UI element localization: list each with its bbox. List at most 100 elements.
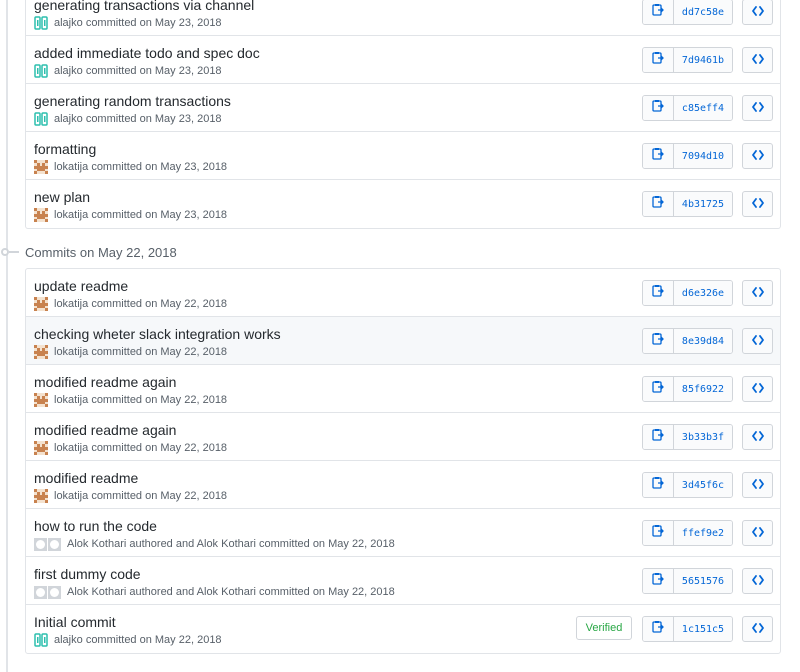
commit-title-link[interactable]: update readme xyxy=(34,277,128,295)
commit-date-text: authored and Alok Kothari committed on M… xyxy=(129,586,395,598)
commit-author-link[interactable]: lokatija xyxy=(54,208,88,222)
commit-author-link[interactable]: alajko xyxy=(54,64,83,78)
commit-date-text: committed on May 23, 2018 xyxy=(91,209,228,221)
commit-author-link[interactable]: lokatija xyxy=(54,441,88,455)
copy-sha-button[interactable] xyxy=(643,377,674,401)
commit-author-link[interactable]: lokatija xyxy=(54,345,88,359)
commit-date-text: committed on May 23, 2018 xyxy=(85,113,222,125)
clipboard-icon xyxy=(652,428,664,446)
sha-button-group: 3b33b3f xyxy=(642,424,733,450)
commit-row: modified readme again lokatija committed … xyxy=(26,413,780,461)
commit-sha-link[interactable]: 5651576 xyxy=(674,569,732,593)
browse-repo-button[interactable] xyxy=(742,328,773,354)
clipboard-icon xyxy=(652,99,664,117)
browse-repo-button[interactable] xyxy=(742,95,773,121)
commit-title-link[interactable]: first dummy code xyxy=(34,565,141,583)
copy-sha-button[interactable] xyxy=(643,192,674,216)
commit-author-link[interactable]: Alok Kothari xyxy=(67,537,126,551)
commit-title-link[interactable]: how to run the code xyxy=(34,517,157,535)
commit-meta: Alok Kothari authored and Alok Kothari c… xyxy=(34,585,395,599)
commit-sha-link[interactable]: c85eff4 xyxy=(674,96,732,120)
commit-sha-link[interactable]: 8e39d84 xyxy=(674,329,732,353)
commit-sha-link[interactable]: 3d45f6c xyxy=(674,473,732,497)
copy-sha-button[interactable] xyxy=(643,473,674,497)
sha-button-group: 7d9461b xyxy=(642,47,733,73)
copy-sha-button[interactable] xyxy=(643,617,674,641)
browse-repo-button[interactable] xyxy=(742,47,773,73)
avatar-icon[interactable] xyxy=(34,537,47,551)
commit-author-link[interactable]: lokatija xyxy=(54,489,88,503)
commit-title-link[interactable]: generating transactions via channel xyxy=(34,0,254,14)
code-icon xyxy=(751,380,764,398)
commit-sha-link[interactable]: dd7c58e xyxy=(674,0,732,24)
commit-author-link[interactable]: lokatija xyxy=(54,297,88,311)
browse-repo-button[interactable] xyxy=(742,520,773,546)
verified-badge[interactable]: Verified xyxy=(576,616,632,640)
avatar-icon[interactable] xyxy=(48,585,61,599)
sha-button-group: ffef9e2 xyxy=(642,520,733,546)
browse-repo-button[interactable] xyxy=(742,616,773,642)
copy-sha-button[interactable] xyxy=(643,144,674,168)
avatar-icon[interactable] xyxy=(34,208,48,222)
commit-sha-link[interactable]: 7d9461b xyxy=(674,48,732,72)
commit-sha-link[interactable]: 4b31725 xyxy=(674,192,732,216)
commit-sha-link[interactable]: 1c151c5 xyxy=(674,617,732,641)
commit-author-link[interactable]: alajko xyxy=(54,16,83,30)
commit-title-link[interactable]: checking wheter slack integration works xyxy=(34,325,281,343)
avatar-icon[interactable] xyxy=(34,345,48,359)
browse-repo-button[interactable] xyxy=(742,280,773,306)
commit-sha-link[interactable]: 7094d10 xyxy=(674,144,732,168)
commit-title-link[interactable]: modified readme again xyxy=(34,373,176,391)
avatar-icon[interactable] xyxy=(34,489,48,503)
browse-repo-button[interactable] xyxy=(742,0,773,25)
copy-sha-button[interactable] xyxy=(643,569,674,593)
author-avatar-pair[interactable] xyxy=(34,585,62,599)
commit-sha-link[interactable]: ffef9e2 xyxy=(674,521,732,545)
copy-sha-button[interactable] xyxy=(643,48,674,72)
browse-repo-button[interactable] xyxy=(742,472,773,498)
sha-button-group: 3d45f6c xyxy=(642,472,733,498)
avatar-icon[interactable] xyxy=(34,393,48,407)
browse-repo-button[interactable] xyxy=(742,568,773,594)
commit-author-link[interactable]: alajko xyxy=(54,112,83,126)
commit-row: how to run the code Alok Kothari authored… xyxy=(26,509,780,557)
copy-sha-button[interactable] xyxy=(643,329,674,353)
commit-title-link[interactable]: modified readme xyxy=(34,469,138,487)
copy-sha-button[interactable] xyxy=(643,425,674,449)
commit-date-text: committed on May 22, 2018 xyxy=(91,490,228,502)
avatar-icon[interactable] xyxy=(34,297,48,311)
commit-title-link[interactable]: generating random transactions xyxy=(34,92,231,110)
avatar-icon[interactable] xyxy=(34,441,48,455)
commit-author-link[interactable]: lokatija xyxy=(54,160,88,174)
copy-sha-button[interactable] xyxy=(643,96,674,120)
commit-sha-link[interactable]: 3b33b3f xyxy=(674,425,732,449)
commit-title-link[interactable]: new plan xyxy=(34,188,90,206)
commit-meta: lokatija committed on May 22, 2018 xyxy=(34,393,227,407)
commit-row: modified readme again lokatija committed … xyxy=(26,365,780,413)
commit-sha-link[interactable]: d6e326e xyxy=(674,281,732,305)
avatar-icon[interactable] xyxy=(34,633,48,647)
author-avatar-pair[interactable] xyxy=(34,537,62,551)
browse-repo-button[interactable] xyxy=(742,143,773,169)
browse-repo-button[interactable] xyxy=(742,424,773,450)
copy-sha-button[interactable] xyxy=(643,521,674,545)
sha-button-group: 4b31725 xyxy=(642,191,733,217)
commit-author-link[interactable]: alajko xyxy=(54,633,83,647)
commit-title-link[interactable]: Initial commit xyxy=(34,613,116,631)
copy-sha-button[interactable] xyxy=(643,0,674,24)
avatar-icon[interactable] xyxy=(34,64,48,78)
commit-sha-link[interactable]: 85f6922 xyxy=(674,377,732,401)
avatar-icon[interactable] xyxy=(48,537,61,551)
copy-sha-button[interactable] xyxy=(643,281,674,305)
commit-title-link[interactable]: added immediate todo and spec doc xyxy=(34,44,260,62)
avatar-icon[interactable] xyxy=(34,16,48,30)
browse-repo-button[interactable] xyxy=(742,376,773,402)
commit-author-link[interactable]: Alok Kothari xyxy=(67,585,126,599)
commit-title-link[interactable]: modified readme again xyxy=(34,421,176,439)
avatar-icon[interactable] xyxy=(34,112,48,126)
commit-author-link[interactable]: lokatija xyxy=(54,393,88,407)
avatar-icon[interactable] xyxy=(34,160,48,174)
commit-title-link[interactable]: formatting xyxy=(34,140,96,158)
avatar-icon[interactable] xyxy=(34,585,47,599)
browse-repo-button[interactable] xyxy=(742,191,773,217)
